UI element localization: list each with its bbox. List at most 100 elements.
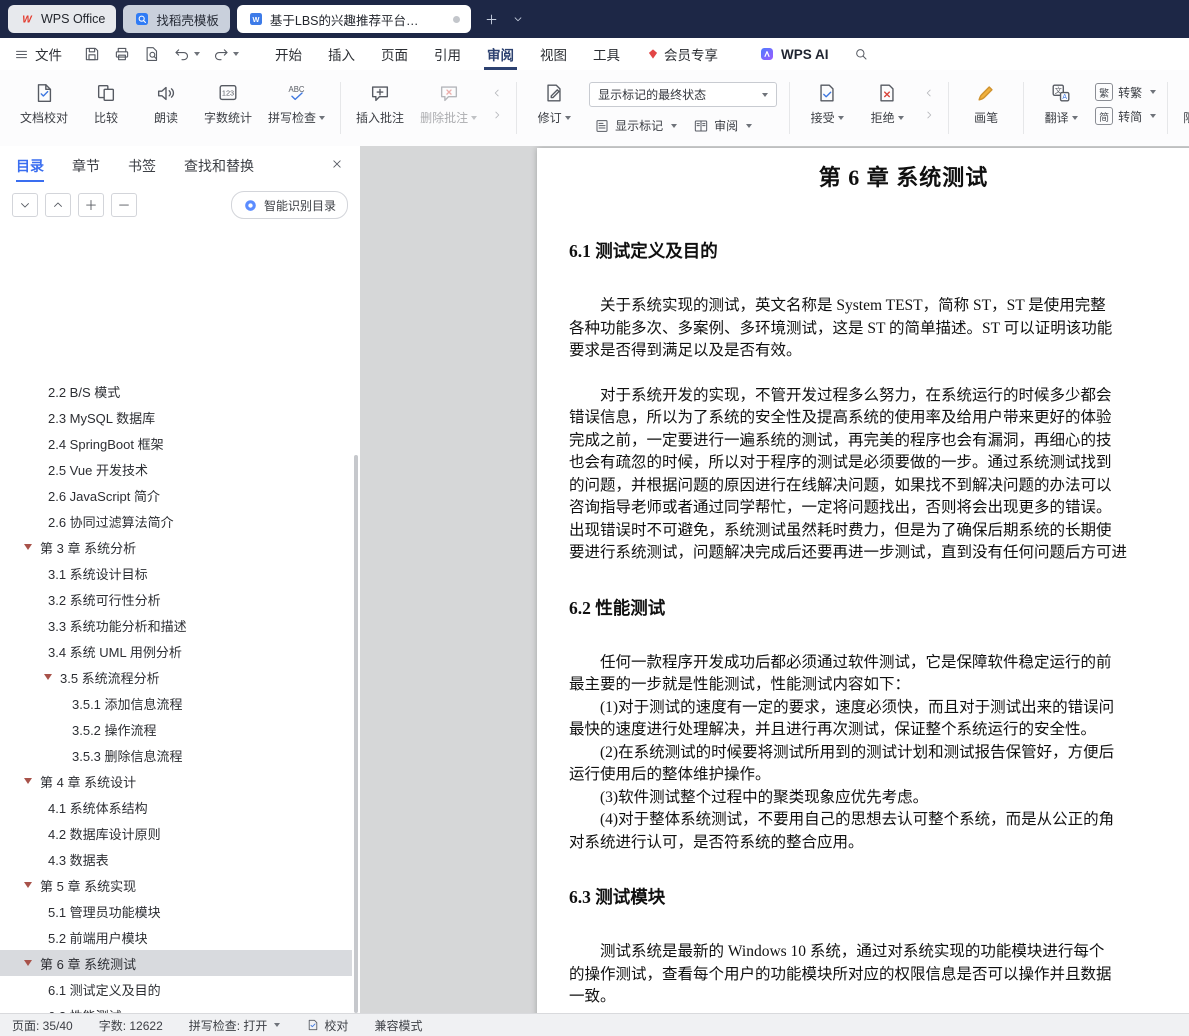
toc-item[interactable]: 2.5 Vue 开发技术 bbox=[0, 456, 352, 482]
toc-item[interactable]: 5.2 前端用户模块 bbox=[0, 924, 352, 950]
toc-item[interactable]: 2.6 JavaScript 简介 bbox=[0, 482, 352, 508]
app-tab-docer[interactable]: 找稻壳模板 bbox=[123, 5, 230, 33]
ribbon-show-markup-button[interactable]: 显示标记 bbox=[589, 114, 682, 137]
app-tab-label: 找稻壳模板 bbox=[156, 13, 219, 28]
sidebar-tab-find-replace[interactable]: 查找和替换 bbox=[184, 146, 254, 186]
toc-collapse-all-button[interactable] bbox=[45, 193, 71, 217]
menu-tab-4[interactable]: 审阅 bbox=[474, 38, 527, 70]
toc-expand-all-button[interactable] bbox=[12, 193, 38, 217]
convert-button-0[interactable]: 繁转繁 bbox=[1095, 83, 1157, 101]
menu-tab-5[interactable]: 视图 bbox=[527, 38, 580, 70]
menu-tab-6[interactable]: 工具 bbox=[580, 38, 633, 70]
sidebar-tab-chapters[interactable]: 章节 bbox=[72, 146, 100, 186]
menu-tab-1[interactable]: 插入 bbox=[315, 38, 368, 70]
char-icon: 繁 bbox=[1095, 83, 1114, 101]
toc-toggle-icon[interactable] bbox=[24, 882, 32, 888]
document-content: 6.1 测试定义及目的 关于系统实现的测试，英文名称是 System TEST，简… bbox=[569, 238, 1189, 1009]
redo-button[interactable] bbox=[207, 42, 244, 66]
ribbon-restrict-editing-button[interactable]: 限制编辑 bbox=[1175, 75, 1189, 130]
toc-item[interactable]: 3.5.1 添加信息流程 bbox=[0, 690, 352, 716]
print-preview-button[interactable] bbox=[138, 42, 166, 66]
svg-text:W: W bbox=[252, 15, 259, 24]
undo-button[interactable] bbox=[168, 42, 205, 66]
toc-item[interactable]: 2.2 B/S 模式 bbox=[0, 386, 352, 404]
ribbon-word-count-button[interactable]: 123 字数统计 bbox=[196, 75, 260, 130]
print-button[interactable] bbox=[108, 42, 136, 66]
toc-item[interactable]: 3.5.2 操作流程 bbox=[0, 716, 352, 742]
tab-list-chevron-button[interactable] bbox=[506, 7, 530, 31]
toc-item[interactable]: 第 3 章 系统分析 bbox=[0, 534, 352, 560]
wps-ai-button[interactable]: WPS AI bbox=[759, 46, 829, 62]
menu-tab-0[interactable]: 开始 bbox=[262, 38, 315, 70]
ribbon-compare-button[interactable]: 比较 bbox=[76, 75, 136, 130]
toc-item[interactable]: 第 5 章 系统实现 bbox=[0, 872, 352, 898]
toc-item[interactable]: 2.4 SpringBoot 框架 bbox=[0, 430, 352, 456]
toc-item[interactable]: 第 6 章 系统测试 bbox=[0, 950, 352, 976]
search-button[interactable] bbox=[853, 46, 869, 62]
new-tab-button[interactable] bbox=[480, 7, 504, 31]
ribbon-reject-button[interactable]: 拒绝 bbox=[857, 75, 917, 130]
docer-search-icon bbox=[134, 11, 150, 27]
convert-button-1[interactable]: 简转简 bbox=[1095, 107, 1157, 125]
spellcheck-toggle[interactable]: 拼写检查: 打开 bbox=[189, 1017, 281, 1034]
toc-toggle-icon[interactable] bbox=[24, 960, 32, 966]
toc-toggle-icon[interactable] bbox=[44, 674, 52, 680]
compat-mode-indicator: 兼容模式 bbox=[374, 1018, 423, 1033]
next-comment-button[interactable] bbox=[919, 106, 939, 124]
toc-item[interactable]: 3.2 系统可行性分析 bbox=[0, 586, 352, 612]
toc-item[interactable]: 3.5 系统流程分析 bbox=[0, 664, 352, 690]
toc-item[interactable]: 6.1 测试定义及目的 bbox=[0, 976, 352, 1002]
ribbon-read-aloud-button[interactable]: 朗读 bbox=[136, 75, 196, 130]
toc-item[interactable]: 3.4 系统 UML 用例分析 bbox=[0, 638, 352, 664]
ribbon-group-4: 画笔 bbox=[952, 70, 1020, 146]
document-line: (2)在系统测试的时候要将测试所用到的测试计划和测试报告保管好，方便后 bbox=[600, 743, 1115, 761]
ribbon-track-changes-button[interactable]: 修订 bbox=[524, 75, 584, 130]
menu-tab-3[interactable]: 引用 bbox=[421, 38, 474, 70]
toc-toggle-icon[interactable] bbox=[24, 778, 32, 784]
toc-item[interactable]: 2.6 协同过滤算法简介 bbox=[0, 508, 352, 534]
ribbon-accept-button[interactable]: 接受 bbox=[797, 75, 857, 130]
toc-item[interactable]: 3.5.3 删除信息流程 bbox=[0, 742, 352, 768]
ribbon-ink-pen-button[interactable]: 画笔 bbox=[956, 75, 1016, 130]
sidebar-scrollbar[interactable] bbox=[354, 455, 358, 1013]
save-icon bbox=[83, 45, 101, 63]
menu-tab-7[interactable]: 会员专享 bbox=[633, 38, 731, 70]
prev-comment-button[interactable] bbox=[487, 84, 507, 102]
sidebar-tab-toc[interactable]: 目录 bbox=[16, 146, 44, 186]
toc-item[interactable]: 3.1 系统设计目标 bbox=[0, 560, 352, 586]
smart-toc-button[interactable]: 智能识别目录 bbox=[230, 191, 348, 219]
file-menu-button[interactable]: 文件 bbox=[14, 44, 62, 64]
app-tab-wps-office[interactable]: W WPS Office bbox=[8, 5, 117, 33]
toc-zoom-in-button[interactable]: ＋ bbox=[78, 193, 104, 217]
sidebar-tab-bookmarks[interactable]: 书签 bbox=[128, 146, 156, 186]
save-button[interactable] bbox=[78, 42, 106, 66]
toc-item[interactable]: 5.1 管理员功能模块 bbox=[0, 898, 352, 924]
display-marks-select[interactable]: 显示标记的最终状态 bbox=[589, 82, 778, 107]
toc-zoom-out-button[interactable]: － bbox=[111, 193, 137, 217]
toc-item[interactable]: 第 4 章 系统设计 bbox=[0, 768, 352, 794]
document-tab-active[interactable]: W 基于LBS的兴趣推荐平台设计与... bbox=[236, 5, 471, 33]
toc-item[interactable]: 4.1 系统体系结构 bbox=[0, 794, 352, 820]
toc-item[interactable]: 4.2 数据库设计原则 bbox=[0, 820, 352, 846]
document-page[interactable]: 第 6 章 系统测试 6.1 测试定义及目的 关于系统实现的测试，英文名称是 Sy… bbox=[537, 148, 1189, 1014]
sidebar-close-button[interactable] bbox=[330, 157, 344, 174]
ribbon-document-proofread-button[interactable]: 文档校对 bbox=[12, 75, 76, 130]
toc-item[interactable]: 2.3 MySQL 数据库 bbox=[0, 404, 352, 430]
ribbon-reviewing-pane-button[interactable]: 审阅 bbox=[688, 114, 757, 137]
ribbon-spell-check-button[interactable]: ABC 拼写检查 bbox=[260, 75, 333, 130]
ribbon-group-1: 插入批注 删除批注 bbox=[344, 70, 513, 146]
ribbon-insert-comment-button[interactable]: 插入批注 bbox=[348, 75, 412, 130]
toc-item[interactable]: 4.3 数据表 bbox=[0, 846, 352, 872]
proofread-button[interactable]: 校对 bbox=[306, 1017, 348, 1034]
prev-comment-button[interactable] bbox=[919, 84, 939, 102]
toc-toggle-icon[interactable] bbox=[24, 544, 32, 550]
next-comment-button[interactable] bbox=[487, 106, 507, 124]
ribbon-delete-comment-button[interactable]: 删除批注 bbox=[412, 75, 485, 130]
redo-icon bbox=[212, 45, 230, 63]
ribbon-translate-button[interactable]: 文 A 翻译 bbox=[1031, 75, 1091, 130]
toc-item[interactable]: 3.3 系统功能分析和描述 bbox=[0, 612, 352, 638]
menu-tab-2[interactable]: 页面 bbox=[368, 38, 421, 70]
wps-ai-label: WPS AI bbox=[781, 46, 829, 62]
word-count-indicator[interactable]: 字数: 12622 bbox=[99, 1017, 163, 1034]
page-indicator[interactable]: 页面: 35/40 bbox=[12, 1017, 73, 1034]
